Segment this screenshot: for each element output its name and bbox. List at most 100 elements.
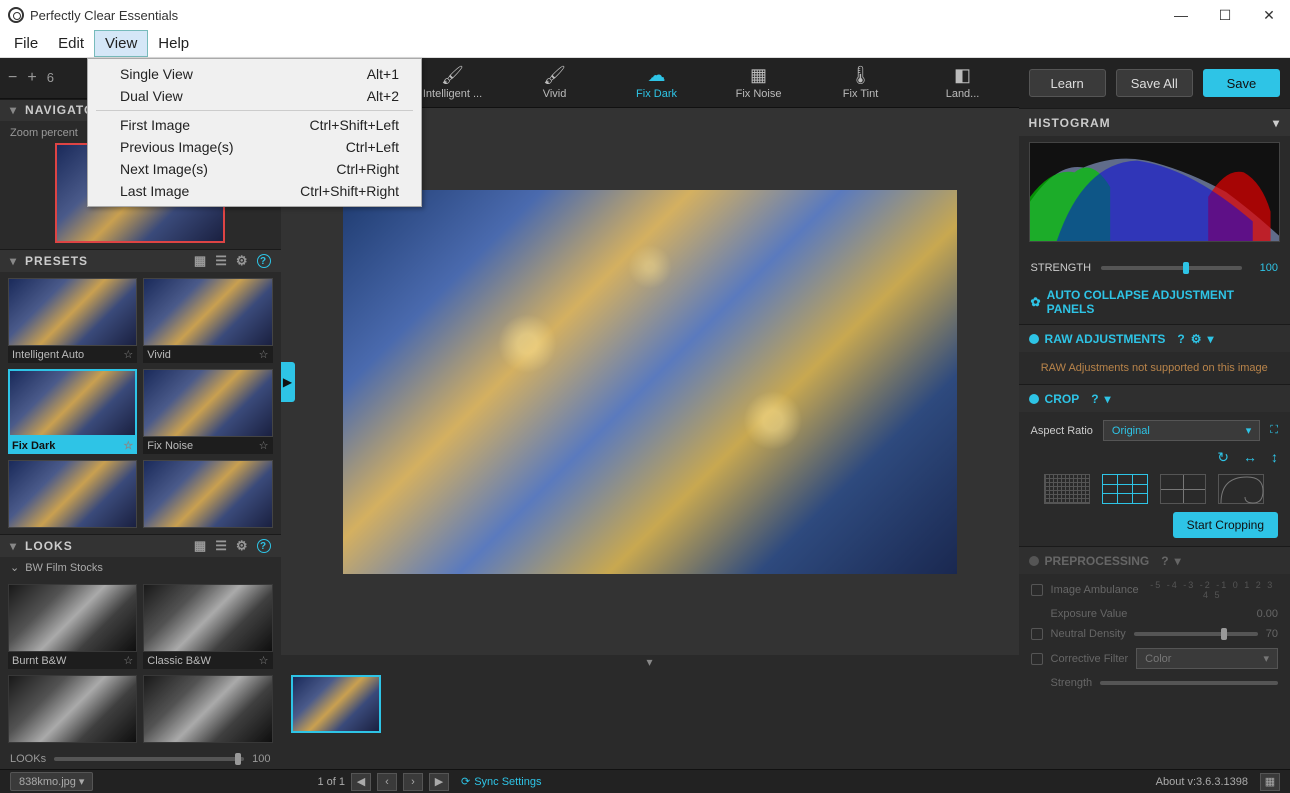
preset-item[interactable] xyxy=(8,460,137,528)
learn-button[interactable]: Learn xyxy=(1029,69,1106,97)
grid-option-thirds[interactable] xyxy=(1102,474,1148,504)
last-page-button[interactable]: ▶ xyxy=(429,773,449,791)
prep-strength-slider[interactable] xyxy=(1100,681,1278,685)
first-page-button[interactable]: ◀ xyxy=(351,773,371,791)
presets-header[interactable]: ▾ PRESETS ▦ ☰ ⚙ ? xyxy=(0,249,281,272)
start-cropping-button[interactable]: Start Cropping xyxy=(1173,512,1278,538)
star-icon[interactable]: ☆ xyxy=(123,348,133,361)
menu-last-image[interactable]: Last ImageCtrl+Shift+Right xyxy=(90,180,419,202)
preset-intelligent-auto[interactable]: Intelligent Auto☆ xyxy=(8,278,137,363)
preset-fix-noise[interactable]: Fix Noise☆ xyxy=(143,369,272,454)
corrective-filter-checkbox[interactable] xyxy=(1031,653,1043,665)
tool-fix-noise[interactable]: ▦Fix Noise xyxy=(711,61,807,105)
raw-adjustments-header[interactable]: RAW ADJUSTMENTS ? ⚙ ▾ xyxy=(1019,324,1290,352)
preset-vivid[interactable]: Vivid☆ xyxy=(143,278,272,363)
looks-subgroup[interactable]: ⌄ BW Film Stocks xyxy=(0,557,281,578)
sync-settings-button[interactable]: ⟳ Sync Settings xyxy=(461,775,541,788)
preset-item[interactable] xyxy=(143,460,272,528)
filmstrip-collapse[interactable]: ▾ xyxy=(281,655,1019,669)
exposure-value: 0.00 xyxy=(1257,608,1278,620)
crop-header[interactable]: CROP ? ▾ xyxy=(1019,384,1290,412)
chevron-down-icon: ▾ xyxy=(1175,554,1181,568)
prev-page-button[interactable]: ‹ xyxy=(377,773,397,791)
next-page-button[interactable]: › xyxy=(403,773,423,791)
star-icon[interactable]: ☆ xyxy=(259,654,269,667)
preset-thumbnail xyxy=(8,278,137,346)
preset-fix-dark[interactable]: Fix Dark☆ xyxy=(8,369,137,454)
look-thumbnail xyxy=(143,584,272,652)
help-icon[interactable]: ? xyxy=(1091,392,1098,406)
image-ambulance-checkbox[interactable] xyxy=(1031,584,1043,596)
status-extra-button[interactable]: ▦ xyxy=(1260,773,1280,791)
menu-edit[interactable]: Edit xyxy=(48,30,94,57)
look-classic-bw[interactable]: Classic B&W☆ xyxy=(143,584,272,669)
menu-single-view[interactable]: Single ViewAlt+1 xyxy=(90,63,419,85)
menu-view[interactable]: View xyxy=(94,30,148,57)
star-icon[interactable]: ☆ xyxy=(123,439,133,452)
main-image[interactable] xyxy=(343,190,957,574)
presets-grid: Intelligent Auto☆ Vivid☆ Fix Dark☆ Fix N… xyxy=(0,272,281,534)
flip-vertical-icon[interactable]: ↕ xyxy=(1271,449,1278,466)
help-icon[interactable]: ? xyxy=(257,539,271,553)
auto-collapse-toggle[interactable]: ✿ AUTO COLLAPSE ADJUSTMENT PANELS xyxy=(1019,280,1290,324)
zoom-out-button[interactable]: − xyxy=(8,69,17,87)
menu-help[interactable]: Help xyxy=(148,30,199,57)
help-icon[interactable]: ? xyxy=(1161,554,1168,568)
menu-dual-view[interactable]: Dual ViewAlt+2 xyxy=(90,85,419,107)
save-all-button[interactable]: Save All xyxy=(1116,69,1193,97)
menu-first-image[interactable]: First ImageCtrl+Shift+Left xyxy=(90,114,419,136)
crop-frame-icon[interactable]: ⛶ xyxy=(1270,424,1278,437)
grid-option-spiral[interactable] xyxy=(1218,474,1264,504)
look-burnt-bw[interactable]: Burnt B&W☆ xyxy=(8,584,137,669)
grid-option-dense[interactable] xyxy=(1044,474,1090,504)
grid-view-icon[interactable]: ▦ xyxy=(194,253,207,269)
filename-chip[interactable]: 838kmo.jpg ▾ xyxy=(10,772,93,791)
tool-landscape[interactable]: ◧Land... xyxy=(915,61,1011,105)
list-view-icon[interactable]: ☰ xyxy=(215,253,228,269)
looks-slider-label: LOOKs xyxy=(10,753,46,765)
aspect-ratio-select[interactable]: Original▾ xyxy=(1103,420,1260,441)
toggle-dot-icon xyxy=(1029,394,1039,404)
gear-icon[interactable]: ⚙ xyxy=(236,538,249,554)
looks-header[interactable]: ▾ LOOKS ▦ ☰ ⚙ ? xyxy=(0,534,281,557)
menu-file[interactable]: File xyxy=(4,30,48,57)
about-version[interactable]: About v:3.6.3.1398 xyxy=(1156,776,1248,788)
tool-vivid[interactable]: 🖌Vivid xyxy=(507,61,603,105)
menu-next-image[interactable]: Next Image(s)Ctrl+Right xyxy=(90,158,419,180)
tool-fix-tint[interactable]: 🌡Fix Tint xyxy=(813,61,909,105)
maximize-button[interactable]: ☐ xyxy=(1212,7,1238,24)
filmstrip-thumbnail[interactable] xyxy=(291,675,381,733)
strength-slider[interactable] xyxy=(1101,266,1242,270)
corrective-filter-select[interactable]: Color▾ xyxy=(1136,648,1278,669)
close-button[interactable]: ✕ xyxy=(1256,7,1282,24)
look-item[interactable] xyxy=(8,675,137,743)
save-button[interactable]: Save xyxy=(1203,69,1280,97)
neutral-density-slider[interactable] xyxy=(1134,632,1258,636)
tool-fix-dark[interactable]: ☁Fix Dark xyxy=(609,61,705,105)
gear-icon[interactable]: ⚙ xyxy=(236,253,249,269)
grid-view-icon[interactable]: ▦ xyxy=(194,538,207,554)
rotate-icon[interactable]: ↻ xyxy=(1217,449,1229,466)
filmstrip xyxy=(281,669,1019,769)
neutral-density-value: 70 xyxy=(1266,628,1278,640)
preprocessing-header[interactable]: PREPROCESSING ? ▾ xyxy=(1019,546,1290,574)
look-item[interactable] xyxy=(143,675,272,743)
grid-option-halves[interactable] xyxy=(1160,474,1206,504)
help-icon[interactable]: ? xyxy=(257,254,271,268)
looks-slider[interactable] xyxy=(54,757,244,761)
flip-horizontal-icon[interactable]: ↔ xyxy=(1243,449,1257,466)
menu-previous-image[interactable]: Previous Image(s)Ctrl+Left xyxy=(90,136,419,158)
minimize-button[interactable]: — xyxy=(1168,7,1194,24)
preset-thumbnail xyxy=(143,460,272,528)
histogram-header[interactable]: HISTOGRAM ▾ xyxy=(1019,108,1290,136)
gear-icon[interactable]: ⚙ xyxy=(1191,332,1202,346)
zoom-in-button[interactable]: + xyxy=(27,69,36,87)
preset-thumbnail xyxy=(8,460,137,528)
neutral-density-checkbox[interactable] xyxy=(1031,628,1043,640)
star-icon[interactable]: ☆ xyxy=(123,654,133,667)
help-icon[interactable]: ? xyxy=(1177,332,1184,346)
star-icon[interactable]: ☆ xyxy=(259,439,269,452)
list-view-icon[interactable]: ☰ xyxy=(215,538,228,554)
expand-panel-handle[interactable]: ▶ xyxy=(281,362,295,402)
star-icon[interactable]: ☆ xyxy=(259,348,269,361)
